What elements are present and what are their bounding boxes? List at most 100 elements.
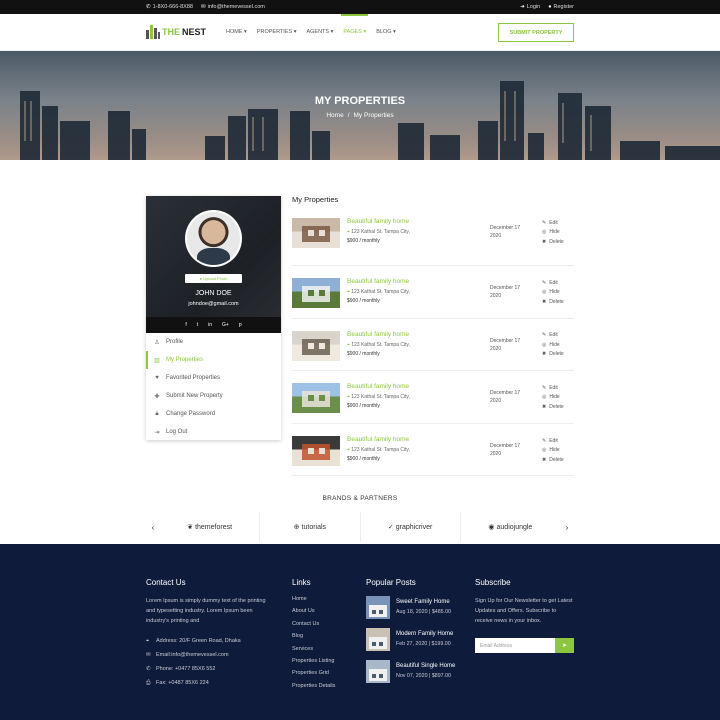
footer-link[interactable]: Contact Us bbox=[292, 621, 352, 633]
upload-photo-button[interactable]: ● Upload Photo bbox=[185, 274, 242, 283]
submit-property-button[interactable]: SUBMIT PROPERTY bbox=[498, 23, 574, 42]
edit-action[interactable]: ✎ Edit bbox=[542, 331, 564, 341]
hide-action[interactable]: ◎ Hide bbox=[542, 393, 564, 403]
delete-action[interactable]: ✖ Delete bbox=[542, 455, 564, 465]
linkedin-icon[interactable]: in bbox=[208, 322, 212, 328]
email-contact[interactable]: ✉ info@themevessel.com bbox=[201, 4, 265, 10]
footer-link[interactable]: Properties Listing bbox=[292, 658, 352, 670]
delete-action[interactable]: ✖ Delete bbox=[542, 402, 564, 412]
register-link[interactable]: ● Register bbox=[548, 4, 574, 10]
leaf-icon: ❦ bbox=[187, 524, 194, 531]
nav-blog[interactable]: BLOG ▾ bbox=[376, 14, 396, 51]
edit-action[interactable]: ✎ Edit bbox=[542, 278, 564, 288]
nav-properties[interactable]: PROPERTIES ▾ bbox=[257, 14, 297, 51]
property-thumbnail[interactable] bbox=[292, 383, 340, 414]
pencil-icon: ✎ bbox=[542, 332, 547, 339]
nav-home[interactable]: HOME ▾ bbox=[226, 14, 247, 51]
footer-link[interactable]: Home bbox=[292, 596, 352, 608]
sidebar-item-change-password[interactable]: 🔒︎ Change Password bbox=[146, 405, 281, 423]
property-thumbnail[interactable] bbox=[292, 278, 340, 308]
property-title[interactable]: Beautiful family home bbox=[347, 331, 409, 338]
property-date: December 17 2020 bbox=[490, 337, 521, 352]
footer-link[interactable]: About Us bbox=[292, 608, 352, 620]
login-link[interactable]: ➜ Login bbox=[520, 4, 540, 10]
footer-fax: Fax: +0487 85X6 224 bbox=[156, 680, 209, 686]
google-plus-icon[interactable]: G+ bbox=[222, 322, 229, 328]
newsletter-email-input[interactable]: Email Address bbox=[475, 638, 555, 653]
nav-menu: HOME ▾ PROPERTIES ▾ AGENTS ▾ PAGES ▾ BLO… bbox=[226, 13, 396, 51]
sidebar-item-log-out[interactable]: ⇥ Log Out bbox=[146, 423, 281, 441]
post-title: Modern Family Home bbox=[396, 631, 454, 637]
sidebar-item-profile[interactable]: ♙ Profile bbox=[146, 333, 281, 351]
hide-action[interactable]: ◎ Hide bbox=[542, 445, 564, 455]
property-thumbnail[interactable] bbox=[292, 218, 340, 248]
property-thumbnail[interactable] bbox=[292, 435, 340, 466]
phone-contact[interactable]: ✆ 1-8X0-666-8X88 bbox=[146, 4, 193, 10]
property-date: December 17 2020 bbox=[490, 285, 521, 299]
phone-icon: ✆ bbox=[146, 666, 151, 672]
property-address: ⌖ 123 Kathal St. Tampa City, bbox=[347, 446, 410, 453]
sidebar-menu: ♙ Profile ▥ My Properties ♥ Favorited Prope… bbox=[146, 333, 281, 441]
edit-action[interactable]: ✎ Edit bbox=[542, 383, 564, 393]
nav-agents[interactable]: AGENTS ▾ bbox=[306, 14, 333, 51]
property-actions: ✎ Edit ◎ Hide ✖ Delete bbox=[542, 383, 564, 412]
property-actions: ✎ Edit ◎ Hide ✖ Delete bbox=[542, 331, 564, 360]
footer-posts-title: Popular Posts bbox=[366, 578, 416, 587]
pencil-icon: ✎ bbox=[542, 219, 547, 226]
property-title[interactable]: Beautiful family home bbox=[347, 218, 409, 225]
post-title: Sweet Family Home bbox=[396, 599, 450, 605]
sidebar-item-my-properties[interactable]: ▥ My Properties bbox=[146, 351, 281, 369]
map-marker-icon: ⌖ bbox=[347, 446, 350, 453]
hide-action[interactable]: ◎ Hide bbox=[542, 228, 564, 238]
property-thumbnail[interactable] bbox=[292, 330, 340, 361]
edit-action[interactable]: ✎ Edit bbox=[542, 218, 564, 228]
edit-action[interactable]: ✎ Edit bbox=[542, 436, 564, 446]
footer-email[interactable]: Email:info@themevessel.com bbox=[156, 652, 229, 658]
user-icon: ● bbox=[548, 4, 552, 10]
brand-logo-themeforest[interactable]: ❦ themeforest bbox=[160, 512, 261, 542]
popular-post-item[interactable]: Beautiful Single Home Nov 07, 2020 | $897… bbox=[366, 660, 466, 692]
property-date: December 17 2020 bbox=[490, 225, 521, 239]
property-address: ⌖ 123 Kathal St. Tampa City, bbox=[347, 229, 410, 235]
post-title: Beautiful Single Home bbox=[396, 663, 456, 669]
envelope-icon: ✉ bbox=[200, 4, 206, 10]
brand-logo-graphicriver[interactable]: ✓ graphicriver bbox=[361, 512, 461, 542]
sidebar-item-favorited-properties[interactable]: ♥ Favorited Properties bbox=[146, 369, 281, 387]
property-title[interactable]: Beautiful family home bbox=[347, 383, 409, 390]
plus-icon: ✚ bbox=[154, 393, 160, 400]
heart-icon: ♥ bbox=[155, 375, 159, 381]
footer-subscribe-title: Subscribe bbox=[475, 578, 511, 587]
site-logo[interactable]: THE NEST bbox=[146, 25, 206, 39]
newsletter-send-button[interactable]: ➤ bbox=[555, 638, 574, 653]
delete-action[interactable]: ✖ Delete bbox=[542, 297, 564, 307]
eye-icon: ◎ bbox=[542, 229, 547, 236]
property-address: ⌖ 123 Kathal St. Tampa City, bbox=[347, 394, 410, 401]
close-icon: ✖ bbox=[542, 238, 547, 245]
brand-logo-tutorials[interactable]: ⊕ tutorials bbox=[260, 512, 361, 542]
popular-post-item[interactable]: Modern Family Home Feb 27, 2020 | $199.00 bbox=[366, 628, 466, 660]
footer-link[interactable]: Properties Details bbox=[292, 683, 352, 695]
user-sidebar: ● Upload Photo JOHN DOE johndoe@gmail.co… bbox=[146, 196, 281, 440]
hide-action[interactable]: ◎ Hide bbox=[542, 340, 564, 350]
nav-pages[interactable]: PAGES ▾ bbox=[341, 13, 369, 51]
brand-logo-audiojungle[interactable]: ◉ audiojungle bbox=[461, 512, 560, 542]
pinterest-icon[interactable]: p bbox=[239, 322, 242, 328]
property-row: Beautiful family home ⌖ 123 Kathal St. T… bbox=[292, 330, 574, 372]
carousel-next-button[interactable]: › bbox=[560, 523, 574, 532]
property-title[interactable]: Beautiful family home bbox=[347, 278, 409, 285]
property-date: December 17 2020 bbox=[490, 390, 521, 405]
delete-action[interactable]: ✖ Delete bbox=[542, 237, 564, 247]
breadcrumb-home[interactable]: Home bbox=[326, 112, 343, 119]
breadcrumb-current: My Properties bbox=[353, 112, 394, 119]
delete-action[interactable]: ✖ Delete bbox=[542, 350, 564, 360]
property-title[interactable]: Beautiful family home bbox=[347, 436, 409, 443]
hide-action[interactable]: ◎ Hide bbox=[542, 288, 564, 298]
footer-link[interactable]: Blog bbox=[292, 633, 352, 645]
carousel-prev-button[interactable]: ‹ bbox=[146, 523, 160, 532]
facebook-icon[interactable]: f bbox=[185, 322, 186, 328]
popular-post-item[interactable]: Sweet Family Home Aug 18, 2020 | $485.00 bbox=[366, 596, 466, 628]
sidebar-item-submit-new-property[interactable]: ✚ Submit New Property bbox=[146, 387, 281, 405]
footer-link[interactable]: Properties Grid bbox=[292, 670, 352, 682]
footer-link[interactable]: Services bbox=[292, 646, 352, 658]
twitter-icon[interactable]: t bbox=[197, 322, 198, 328]
